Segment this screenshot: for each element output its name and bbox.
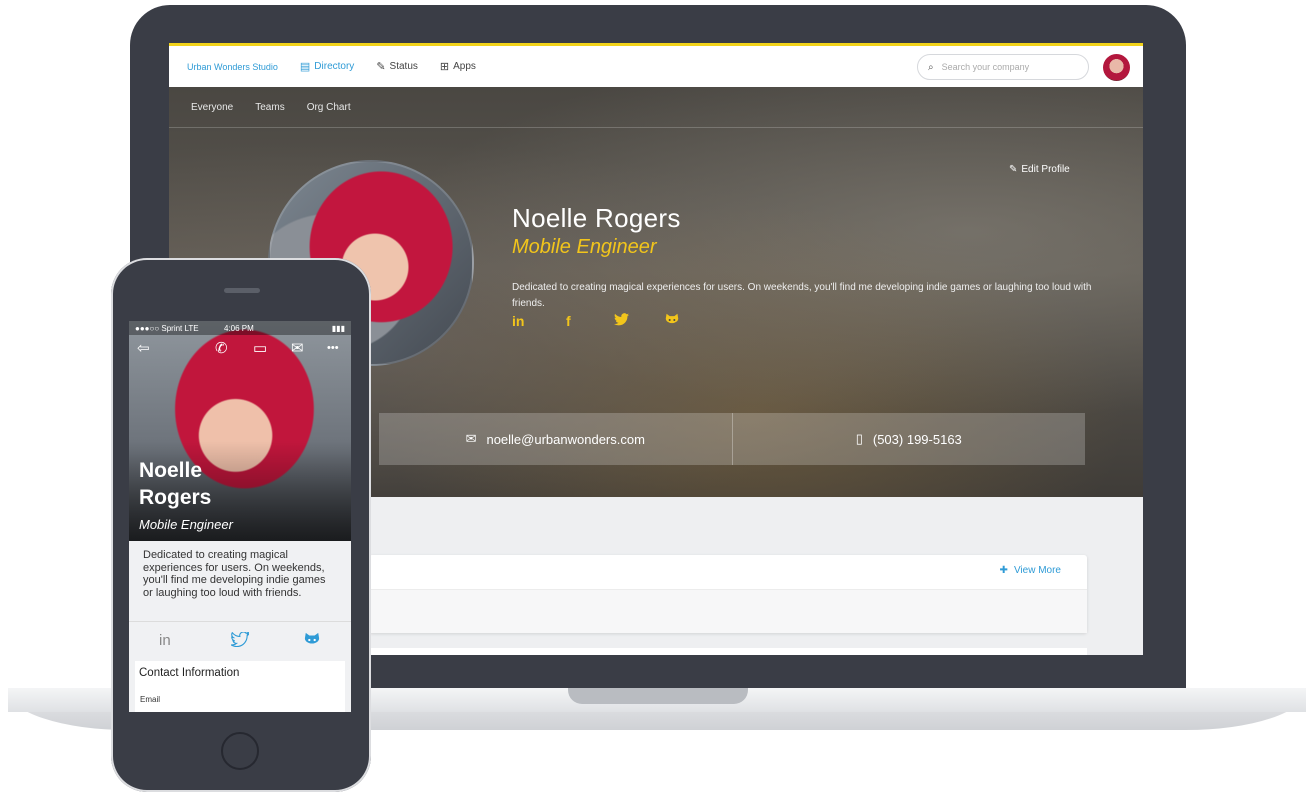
subnav-org-chart[interactable]: Org Chart xyxy=(307,102,351,113)
phone-contact[interactable]: ▯ (503) 199-5163 xyxy=(731,413,1086,465)
nav-directory-label: Directory xyxy=(314,61,355,72)
more-icon[interactable]: ••• xyxy=(327,342,339,354)
user-avatar[interactable] xyxy=(1103,54,1130,81)
nav-status-label: Status xyxy=(389,61,418,72)
mail-icon[interactable]: ✉ xyxy=(291,339,304,357)
profile-title: Mobile Engineer xyxy=(512,236,657,258)
pencil-icon: ✎ xyxy=(1009,164,1018,175)
status-icon: ✎ xyxy=(376,61,386,73)
mail-icon: ✉ xyxy=(465,431,477,446)
plus-icon: ✚ xyxy=(999,565,1008,576)
phone-value: (503) 199-5163 xyxy=(872,431,962,447)
phone-social-links: in xyxy=(129,621,351,662)
phone-speaker xyxy=(224,288,260,293)
directory-icon: ▤ xyxy=(299,61,311,73)
directory-subnav: Everyone Teams Org Chart xyxy=(169,87,1143,128)
email-value: noelle@urbanwonders.com xyxy=(486,431,645,447)
phone-status-bar: ●●●○○ Sprint LTE 4:06 PM ▮▮▮ xyxy=(129,321,351,335)
nav-directory[interactable]: ▤ Directory xyxy=(300,60,354,73)
view-more-label: View More xyxy=(1013,565,1061,576)
email-contact[interactable]: ✉ noelle@urbanwonders.com xyxy=(379,413,732,465)
edit-profile-button[interactable]: ✎ Edit Profile xyxy=(1009,164,1070,175)
github-icon[interactable] xyxy=(664,313,680,330)
search-box[interactable]: ⌕ xyxy=(917,54,1089,80)
message-icon[interactable]: ▭ xyxy=(253,339,267,357)
contact-info-heading: Contact Information xyxy=(139,667,240,679)
profile-card: ✚ View More xyxy=(369,555,1087,633)
nav-apps-label: Apps xyxy=(453,61,476,72)
home-button[interactable] xyxy=(221,732,259,770)
phone-contact-section: Contact Information Email xyxy=(135,661,345,712)
search-icon: ⌕ xyxy=(928,61,934,73)
nav-status[interactable]: ✎ Status xyxy=(376,60,418,73)
facebook-icon[interactable]: f xyxy=(566,313,571,329)
edit-profile-label: Edit Profile xyxy=(1021,164,1070,175)
nav-apps[interactable]: ⊞ Apps xyxy=(440,60,476,73)
company-brand-link[interactable]: Urban Wonders Studio xyxy=(187,62,278,72)
phone-icon: ▯ xyxy=(855,431,863,446)
laptop-notch xyxy=(568,688,748,704)
phone-profile-name: Noelle Rogers xyxy=(139,459,212,509)
github-icon[interactable] xyxy=(303,632,321,652)
profile-name: Noelle Rogers xyxy=(512,203,681,233)
phone-action-bar: ⇦ ✆ ▭ ✉ ••• xyxy=(129,339,351,361)
card-body xyxy=(369,590,1087,633)
subnav-teams[interactable]: Teams xyxy=(255,102,284,113)
carrier-signal: ●●●○○ Sprint LTE xyxy=(135,323,199,333)
battery-icon: ▮▮▮ xyxy=(331,323,345,333)
apps-icon: ⊞ xyxy=(439,61,450,73)
phone-frame: ●●●○○ Sprint LTE 4:06 PM ▮▮▮ ⇦ ✆ ▭ ✉ •••… xyxy=(111,258,371,792)
tertiary-card xyxy=(519,648,1087,655)
linkedin-icon[interactable]: in xyxy=(512,313,524,329)
phone-profile-title: Mobile Engineer xyxy=(139,517,233,532)
back-arrow-icon[interactable]: ⇦ xyxy=(137,339,150,357)
phone-profile-bio: Dedicated to creating magical experience… xyxy=(143,549,326,599)
call-icon[interactable]: ✆ xyxy=(215,339,228,357)
twitter-icon[interactable] xyxy=(614,313,629,329)
view-more-button[interactable]: ✚ View More xyxy=(1000,565,1061,576)
status-time: 4:06 PM xyxy=(224,323,254,333)
linkedin-icon[interactable]: in xyxy=(159,632,171,649)
phone-screen: ●●●○○ Sprint LTE 4:06 PM ▮▮▮ ⇦ ✆ ▭ ✉ •••… xyxy=(129,321,351,712)
twitter-icon[interactable] xyxy=(230,631,251,651)
top-nav: Urban Wonders Studio ▤ Directory ✎ Statu… xyxy=(169,43,1143,87)
profile-bio: Dedicated to creating magical experience… xyxy=(512,282,1092,309)
contact-bar: ✉ noelle@urbanwonders.com ▯ (503) 199-51… xyxy=(379,413,1085,465)
contact-email-label: Email xyxy=(140,695,161,704)
subnav-everyone[interactable]: Everyone xyxy=(191,102,233,113)
search-input[interactable] xyxy=(939,61,1074,73)
